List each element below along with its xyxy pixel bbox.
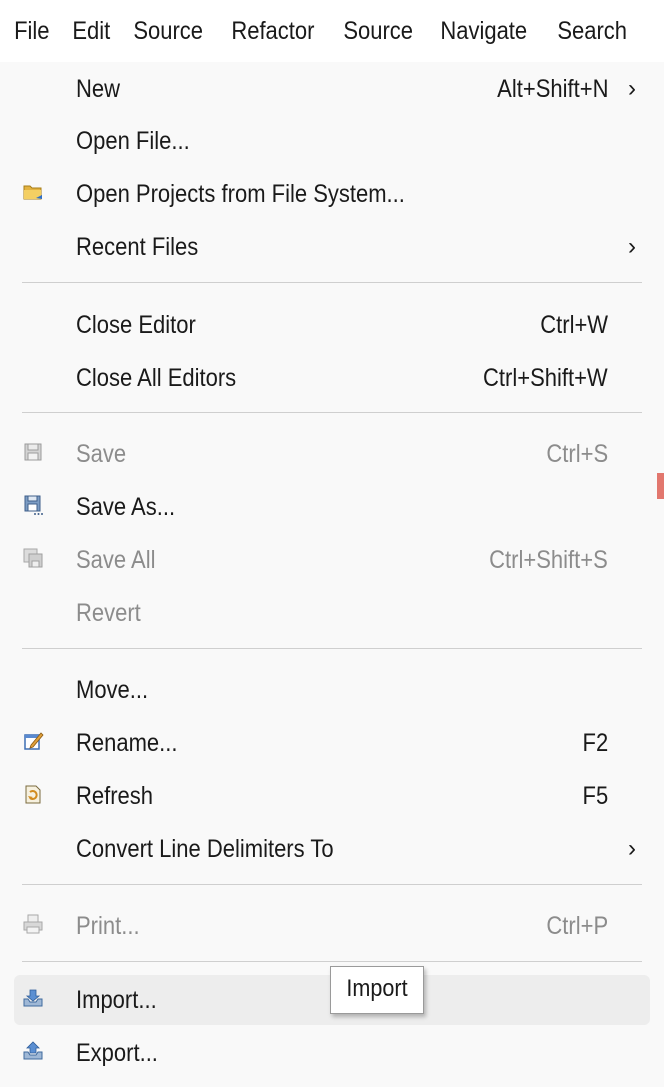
menu-item-close-editor[interactable]: Close Editor Ctrl+W xyxy=(14,300,650,350)
menu-item-revert[interactable]: Revert xyxy=(14,588,650,638)
import-tooltip: Import xyxy=(330,966,424,1014)
menu-item-label: Save As... xyxy=(76,493,176,521)
menu-item-shortcut: Alt+Shift+N xyxy=(496,75,608,103)
rename-icon xyxy=(22,730,44,752)
menu-separator xyxy=(22,282,642,283)
menubar-refactor[interactable]: Refactor xyxy=(219,0,327,62)
menu-item-label: Import... xyxy=(76,986,157,1014)
menubar-navigate[interactable]: Navigate xyxy=(428,0,539,62)
import-icon xyxy=(22,987,44,1009)
menu-item-convert-line-delimiters[interactable]: Convert Line Delimiters To › xyxy=(14,824,650,874)
menu-separator xyxy=(22,648,642,649)
chevron-right-icon: › xyxy=(628,75,636,102)
menu-separator xyxy=(22,961,642,962)
file-menu: New Alt+Shift+N › Open File... Open Proj… xyxy=(0,62,664,1087)
export-icon xyxy=(22,1040,44,1062)
menu-item-rename[interactable]: Rename... F2 xyxy=(14,718,650,768)
menu-item-close-all-editors[interactable]: Close All Editors Ctrl+Shift+W xyxy=(14,353,650,403)
menu-item-print[interactable]: Print... Ctrl+P xyxy=(14,901,650,951)
menubar-edit[interactable]: Edit xyxy=(60,0,123,62)
menu-item-label: Convert Line Delimiters To xyxy=(76,835,334,863)
menu-item-label: Open File... xyxy=(76,127,190,155)
save-all-icon xyxy=(22,547,44,569)
menu-item-label: Print... xyxy=(76,912,140,940)
menu-item-save-as[interactable]: Save As... xyxy=(14,482,650,532)
menu-item-refresh[interactable]: Refresh F5 xyxy=(14,771,650,821)
menu-item-label: New xyxy=(76,75,121,103)
menu-item-new[interactable]: New Alt+Shift+N › xyxy=(14,64,650,114)
menu-item-shortcut: F2 xyxy=(582,729,608,757)
menu-item-shortcut: Ctrl+Shift+W xyxy=(483,364,608,392)
menu-item-label: Move... xyxy=(76,676,149,704)
menu-item-export[interactable]: Export... xyxy=(14,1028,650,1078)
print-icon xyxy=(22,913,44,935)
menu-item-shortcut: F5 xyxy=(582,782,608,810)
save-as-icon xyxy=(22,494,44,516)
menu-item-label: Open Projects from File System... xyxy=(76,180,405,208)
menu-separator xyxy=(22,884,642,885)
menu-item-shortcut: Ctrl+P xyxy=(546,912,608,940)
menu-item-move[interactable]: Move... xyxy=(14,665,650,715)
menu-item-label: Save All xyxy=(76,546,156,574)
chevron-right-icon: › xyxy=(628,233,636,260)
menu-item-shortcut: Ctrl+S xyxy=(546,440,608,468)
background-edge-marker xyxy=(657,473,664,499)
menubar-search[interactable]: Search xyxy=(545,0,639,62)
menu-item-recent-files[interactable]: Recent Files › xyxy=(14,222,650,272)
menu-item-open-projects[interactable]: Open Projects from File System... xyxy=(14,169,650,219)
menu-item-label: Close Editor xyxy=(76,311,196,339)
menu-item-label: Export... xyxy=(76,1039,158,1067)
menu-bar: File Edit Source Refactor Source Navigat… xyxy=(0,0,664,62)
menu-item-shortcut: Ctrl+W xyxy=(540,311,608,339)
menubar-file[interactable]: File xyxy=(0,0,62,62)
menu-item-label: Revert xyxy=(76,599,141,627)
menu-item-shortcut: Ctrl+Shift+S xyxy=(489,546,608,574)
menu-item-save[interactable]: Save Ctrl+S xyxy=(14,429,650,479)
menu-item-label: Refresh xyxy=(76,782,154,810)
chevron-right-icon: › xyxy=(628,835,636,862)
menu-item-save-all[interactable]: Save All Ctrl+Shift+S xyxy=(14,535,650,585)
menubar-source-2[interactable]: Source xyxy=(331,0,425,62)
menu-separator xyxy=(22,412,642,413)
refresh-icon xyxy=(22,783,44,805)
folder-icon xyxy=(22,181,44,203)
tooltip-text: Import xyxy=(346,975,408,1002)
menubar-source[interactable]: Source xyxy=(121,0,215,62)
menu-item-label: Close All Editors xyxy=(76,364,237,392)
save-icon xyxy=(22,441,44,463)
menu-item-label: Recent Files xyxy=(76,233,199,261)
menu-item-open-file[interactable]: Open File... xyxy=(14,116,650,166)
menu-item-label: Save xyxy=(76,440,127,468)
menu-item-label: Rename... xyxy=(76,729,178,757)
